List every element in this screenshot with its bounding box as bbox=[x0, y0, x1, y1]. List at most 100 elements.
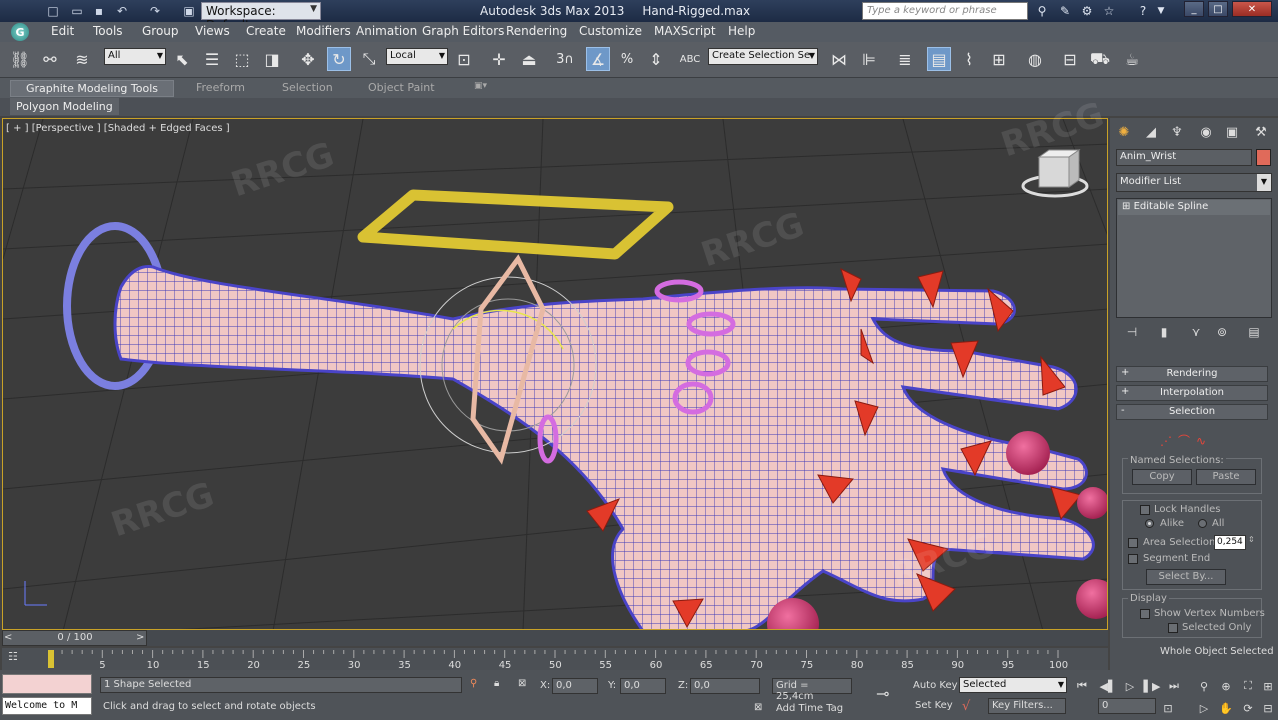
angle-snap-icon[interactable]: ∡ bbox=[586, 47, 610, 71]
subobject-level-icons[interactable]: ⋰⌒∿ bbox=[1160, 432, 1220, 448]
add-time-tag-icon[interactable]: ⊠ bbox=[754, 702, 762, 713]
selection-lock-icon[interactable]: 🔒︎ bbox=[494, 678, 499, 689]
menu-modifiers[interactable]: Modifiers bbox=[296, 24, 351, 38]
show-end-result-icon[interactable]: ▮ bbox=[1154, 323, 1174, 341]
menu-rendering[interactable]: Rendering bbox=[506, 24, 567, 38]
key-icon[interactable]: ⊸ bbox=[876, 684, 889, 703]
auto-key-button[interactable]: Auto Key bbox=[913, 680, 958, 691]
new-file-icon[interactable]: □ bbox=[44, 2, 62, 20]
menu-help[interactable]: Help bbox=[728, 24, 755, 38]
menu-graph-editors[interactable]: Graph Editors bbox=[422, 24, 504, 38]
save-file-icon[interactable]: ▪ bbox=[90, 2, 108, 20]
next-frame-icon[interactable]: ▌▶ bbox=[1144, 678, 1161, 694]
time-configuration-icon[interactable]: ⊡ bbox=[1160, 700, 1176, 716]
zoom-extents-icon[interactable]: ⛶ bbox=[1240, 678, 1256, 694]
polygon-modeling-panel[interactable]: Polygon Modeling bbox=[10, 98, 119, 115]
create-tab-icon[interactable]: ✺ bbox=[1113, 122, 1135, 142]
schematic-view-icon[interactable]: ⊞ bbox=[987, 47, 1011, 71]
maximize-button[interactable]: □ bbox=[1208, 1, 1228, 17]
add-time-tag-label[interactable]: Add Time Tag bbox=[776, 703, 843, 714]
window-crossing-icon[interactable]: ◨ bbox=[260, 47, 284, 71]
display-tab-icon[interactable]: ▣ bbox=[1221, 122, 1243, 142]
configure-modifier-sets-icon[interactable]: ▤ bbox=[1244, 323, 1264, 341]
graphite-ribbon-toggle-icon[interactable]: ▤ bbox=[927, 47, 951, 71]
segment-end-checkbox[interactable] bbox=[1128, 554, 1138, 564]
tab-object-paint[interactable]: Object Paint bbox=[362, 80, 441, 97]
tab-freeform[interactable]: Freeform bbox=[190, 80, 251, 97]
go-to-start-icon[interactable]: ⏮ bbox=[1074, 678, 1090, 694]
maximize-viewport-icon[interactable]: ⊟ bbox=[1260, 700, 1276, 716]
render-setup-icon[interactable]: ⊟ bbox=[1058, 47, 1082, 71]
menu-customize[interactable]: Customize bbox=[579, 24, 642, 38]
time-next-icon[interactable]: > bbox=[136, 632, 144, 643]
tab-graphite-modeling-tools[interactable]: Graphite Modeling Tools bbox=[10, 80, 174, 97]
object-color-swatch[interactable] bbox=[1256, 149, 1271, 166]
edit-named-selection-icon[interactable]: ABC bbox=[678, 47, 702, 71]
undo-icon[interactable]: ↶ bbox=[113, 2, 131, 20]
make-unique-icon[interactable]: ⋎ bbox=[1186, 323, 1206, 341]
open-file-icon[interactable]: ▭ bbox=[68, 2, 86, 20]
curve-editor-icon[interactable]: ⌇ bbox=[957, 47, 981, 71]
area-selection-input[interactable]: 0,254 bbox=[1214, 535, 1246, 550]
named-selection-sets-dropdown[interactable]: Create Selection Se ▼ bbox=[708, 48, 818, 65]
hierarchy-tab-icon[interactable]: ♆ bbox=[1166, 122, 1188, 142]
copy-button[interactable]: Copy bbox=[1132, 469, 1192, 485]
perspective-viewport[interactable] bbox=[2, 118, 1108, 630]
workspace-dropdown[interactable]: Workspace: Default ▼ bbox=[201, 2, 321, 32]
paste-button[interactable]: Paste bbox=[1196, 469, 1256, 485]
select-and-link-icon[interactable]: ⛓ bbox=[8, 47, 32, 71]
current-frame-marker[interactable] bbox=[48, 650, 54, 668]
menu-create[interactable]: Create bbox=[246, 24, 286, 38]
help-dropdown-icon[interactable]: ▼ bbox=[1152, 2, 1170, 20]
selection-filter-dropdown[interactable]: All ▼ bbox=[104, 48, 166, 65]
manage-layers-icon[interactable]: ≣ bbox=[893, 47, 917, 71]
modifier-list-dropdown[interactable]: Modifier List ▼ bbox=[1116, 173, 1272, 192]
maxscript-listener-mini[interactable] bbox=[2, 674, 92, 694]
project-folder-icon[interactable]: ▣ bbox=[180, 2, 198, 20]
absolute-mode-icon[interactable]: ⊠ bbox=[518, 678, 526, 689]
area-selection-spinner-icon[interactable]: ⇕ bbox=[1248, 535, 1255, 544]
expand-icon[interactable]: ⊞ bbox=[1122, 201, 1130, 212]
field-of-view-icon[interactable]: ▷ bbox=[1196, 700, 1212, 716]
menu-tools[interactable]: Tools bbox=[93, 24, 123, 38]
reference-coordinate-dropdown[interactable]: Local ▼ bbox=[386, 48, 448, 65]
material-editor-icon[interactable]: ◍ bbox=[1023, 47, 1047, 71]
select-object-icon[interactable]: ⬉ bbox=[170, 47, 194, 71]
play-icon[interactable]: ▷ bbox=[1122, 678, 1138, 694]
binoculars-icon[interactable]: ⚲ bbox=[1033, 2, 1051, 20]
previous-frame-icon[interactable]: ◀▌ bbox=[1100, 678, 1117, 694]
align-icon[interactable]: ⊫ bbox=[857, 47, 881, 71]
zoom-icon[interactable]: ⚲ bbox=[1196, 678, 1212, 694]
communication-icon[interactable]: ⚙ bbox=[1078, 2, 1096, 20]
modify-tab-icon[interactable]: ◢ bbox=[1140, 122, 1162, 142]
select-and-rotate-icon[interactable]: ↻ bbox=[327, 47, 351, 71]
rendered-frame-window-icon[interactable]: ⛟ bbox=[1088, 47, 1112, 71]
zoom-extents-all-icon[interactable]: ⊞ bbox=[1260, 678, 1276, 694]
z-coordinate-input[interactable]: 0,0 bbox=[690, 678, 760, 694]
search-input[interactable]: Type a keyword or phrase bbox=[862, 2, 1028, 20]
unlink-icon[interactable]: ⚯ bbox=[38, 47, 62, 71]
select-by-button[interactable]: Select By... bbox=[1146, 569, 1226, 585]
menu-maxscript[interactable]: MAXScript bbox=[654, 24, 716, 38]
subscription-icon[interactable]: ✎ bbox=[1056, 2, 1074, 20]
isolate-selection-icon[interactable]: ⚲ bbox=[470, 678, 477, 689]
menu-edit[interactable]: Edit bbox=[51, 24, 74, 38]
stack-item-editable-spline[interactable]: ⊞ Editable Spline bbox=[1118, 200, 1270, 215]
view-cube[interactable] bbox=[1021, 149, 1089, 198]
default-tangent-icon[interactable]: √ bbox=[962, 699, 970, 714]
percent-snap-icon[interactable]: % bbox=[615, 47, 639, 71]
mini-curve-editor-icon[interactable]: ☷ bbox=[8, 650, 30, 666]
go-to-end-icon[interactable]: ⏭ bbox=[1166, 678, 1182, 694]
pin-stack-icon[interactable]: ⊣ bbox=[1122, 323, 1142, 341]
alike-radio[interactable] bbox=[1145, 519, 1154, 528]
time-prev-icon[interactable]: < bbox=[4, 632, 12, 643]
menu-group[interactable]: Group bbox=[142, 24, 179, 38]
pivot-center-icon[interactable]: ⊡ bbox=[452, 47, 476, 71]
maxscript-output[interactable]: Welcome to M bbox=[2, 697, 92, 715]
y-coordinate-input[interactable]: 0,0 bbox=[620, 678, 666, 694]
rollout-interpolation[interactable]: + Interpolation bbox=[1116, 385, 1268, 401]
rectangular-selection-icon[interactable]: ⬚ bbox=[230, 47, 254, 71]
render-production-icon[interactable]: ☕ bbox=[1120, 47, 1144, 71]
viewport-label[interactable]: [ + ] [Perspective ] [Shaded + Edged Fac… bbox=[6, 123, 230, 134]
select-by-name-icon[interactable]: ☰ bbox=[200, 47, 224, 71]
